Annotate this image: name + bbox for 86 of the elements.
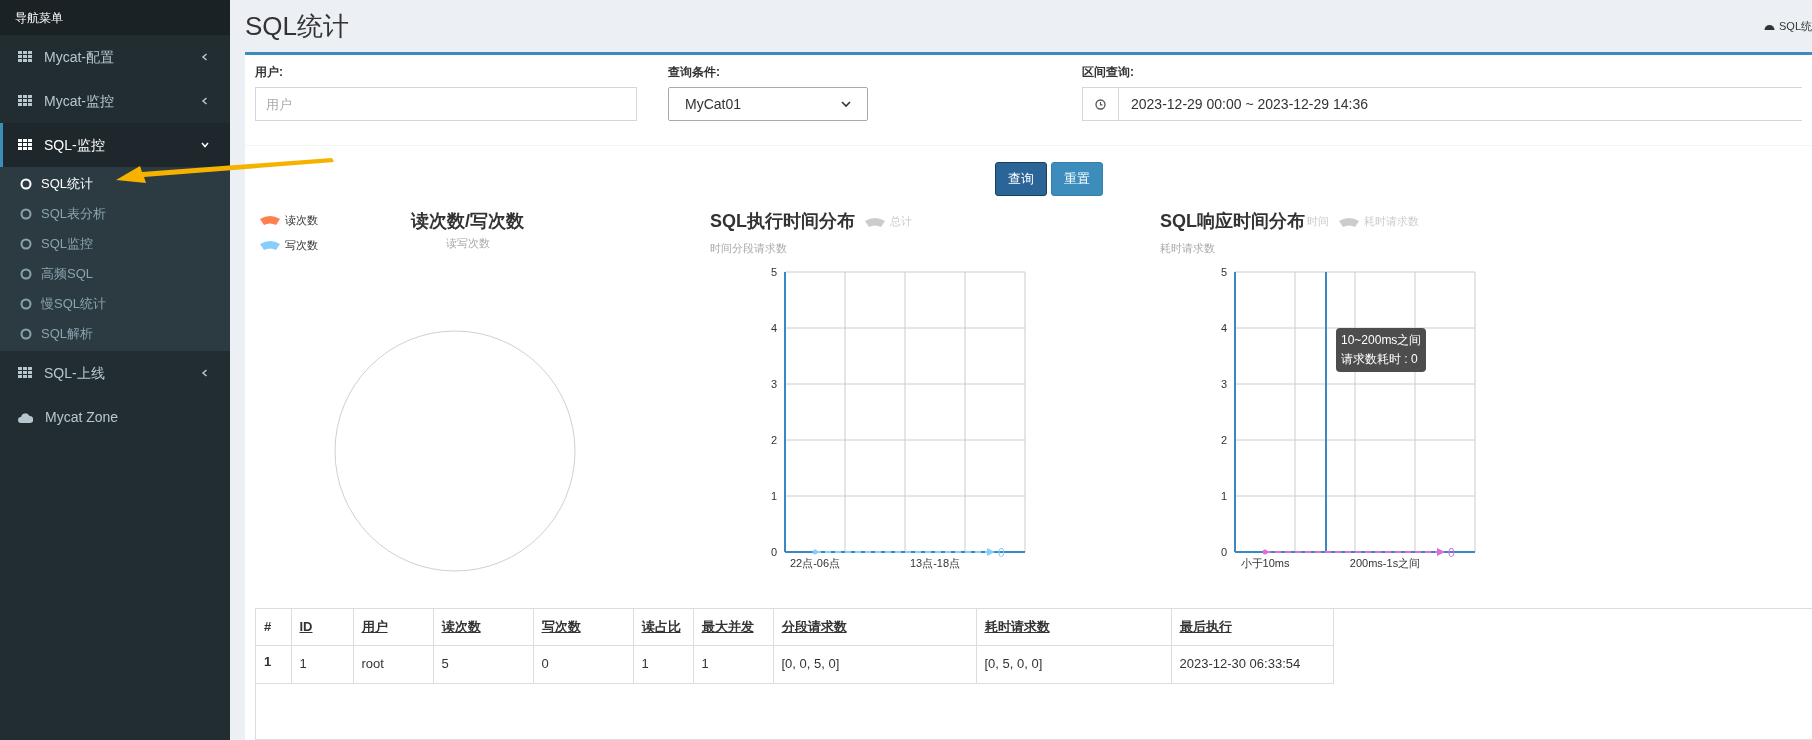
legend-swatch-icon [1339,216,1359,227]
sidebar-header: 导航菜单 [15,9,63,27]
chevron-down-icon [841,100,851,108]
menu-item[interactable]: Mycat Zone [0,395,230,439]
chevron-left-icon [200,96,210,106]
axis-tick-label: 22点-06点 [789,557,841,569]
grid-icon [18,367,32,379]
circle-icon [20,238,32,250]
field-label: 查询条件: [668,64,721,81]
chart-title: SQL响应时间分布 [1160,210,1305,233]
table-cell: [0, 5, 0, 0] [976,645,1171,683]
column-header[interactable]: 用户 [353,609,433,645]
legend-swatch-icon [865,216,885,227]
circle-icon [20,268,32,280]
reset-button[interactable]: 重置 [1050,162,1103,196]
axis-tick-label: 5 [770,266,777,278]
submenu-item[interactable]: SQL监控 [0,229,230,259]
column-header[interactable]: 读次数 [433,609,533,645]
axis-tick-label: 1 [770,490,777,502]
circle-icon [20,208,32,220]
column-header[interactable]: 分段请求数 [773,609,976,645]
column-header: # [256,609,291,645]
user-input[interactable]: 用户 [255,87,637,121]
column-header[interactable]: 读占比 [633,609,693,645]
menu-item[interactable]: Mycat-监控 [0,79,230,123]
legend-label[interactable]: 写次数 [285,236,318,253]
axis-tick-label: 4 [1220,322,1227,334]
tooltip: 10~200ms之间 请求数耗时 : 0 [1336,328,1427,372]
column-header[interactable]: 写次数 [533,609,633,645]
axis-tick-label: 2 [1220,434,1227,446]
breadcrumb[interactable]: SQL统 [1779,17,1812,35]
grid-icon [18,51,32,63]
search-button[interactable]: 查询 [994,162,1047,196]
chevron-down-icon [200,140,210,150]
table-cell: 1 [256,645,291,683]
axis-tick-label: 0 [770,546,777,558]
axis-tick-label: 0 [1220,546,1227,558]
chart-subtitle: 时间分段请求数 [710,242,787,254]
table-cell: 2023-12-30 06:33:54 [1171,645,1333,683]
chevron-left-icon [200,52,210,62]
table-cell: 5 [433,645,533,683]
axis-tick-label: 4 [770,322,777,334]
page-title: SQL统计 [245,9,350,43]
table-cell: [0, 0, 5, 0] [773,645,976,683]
condition-select[interactable]: MyCat01 [668,87,868,121]
chevron-left-icon [200,368,210,378]
circle-icon [20,328,32,340]
table-cell: 0 [533,645,633,683]
chart-title: SQL执行时间分布 [710,210,855,233]
axis-tick-label: 3 [1220,378,1227,390]
circle-icon [20,298,32,310]
axis-tick-label: 5 [1220,266,1227,278]
date-range-field[interactable]: 2023-12-29 00:00 ~ 2023-12-29 14:36 [1082,87,1802,121]
circle-icon [20,178,32,190]
column-header[interactable]: 最大并发 [693,609,773,645]
submenu-item[interactable]: SQL解析 [0,319,230,349]
chart-subtitle: 耗时请求数 [1160,242,1215,254]
table-cell: 1 [291,645,353,683]
chart-title: 读次数/写次数 [411,210,524,233]
axis-tick-label: 2 [770,434,777,446]
axis-tick-label: 200ms-1s之间 [1349,557,1421,569]
axis-tick-label: 1 [1220,490,1227,502]
column-header[interactable]: 最后执行 [1171,609,1333,645]
cloud-icon [18,411,33,423]
chart-subtitle: 读写次数 [445,236,490,251]
axis-tick-label: 13点-18点 [909,557,961,569]
menu-item[interactable]: SQL-上线 [0,351,230,395]
grid-icon [18,139,32,151]
submenu-item[interactable]: 慢SQL统计 [0,289,230,319]
field-label: 区间查询: [1082,64,1135,81]
menu-item[interactable]: Mycat-配置 [0,35,230,79]
legend-label[interactable]: 读次数 [285,212,318,229]
table-cell: root [353,645,433,683]
table-cell: 1 [693,645,773,683]
grid-icon [18,95,32,107]
submenu-item[interactable]: 高频SQL [0,259,230,289]
menu-item[interactable]: SQL-监控 [0,123,230,167]
clock-icon [1095,98,1106,110]
axis-tick-label: 3 [770,378,777,390]
column-header[interactable]: ID [291,609,353,645]
submenu-item[interactable]: SQL统计 [0,169,230,199]
field-label: 用户: [255,64,284,81]
submenu-item[interactable]: SQL表分析 [0,199,230,229]
table-cell: 1 [633,645,693,683]
column-header[interactable]: 耗时请求数 [976,609,1171,645]
axis-tick-label: 小于10ms [1240,557,1290,569]
